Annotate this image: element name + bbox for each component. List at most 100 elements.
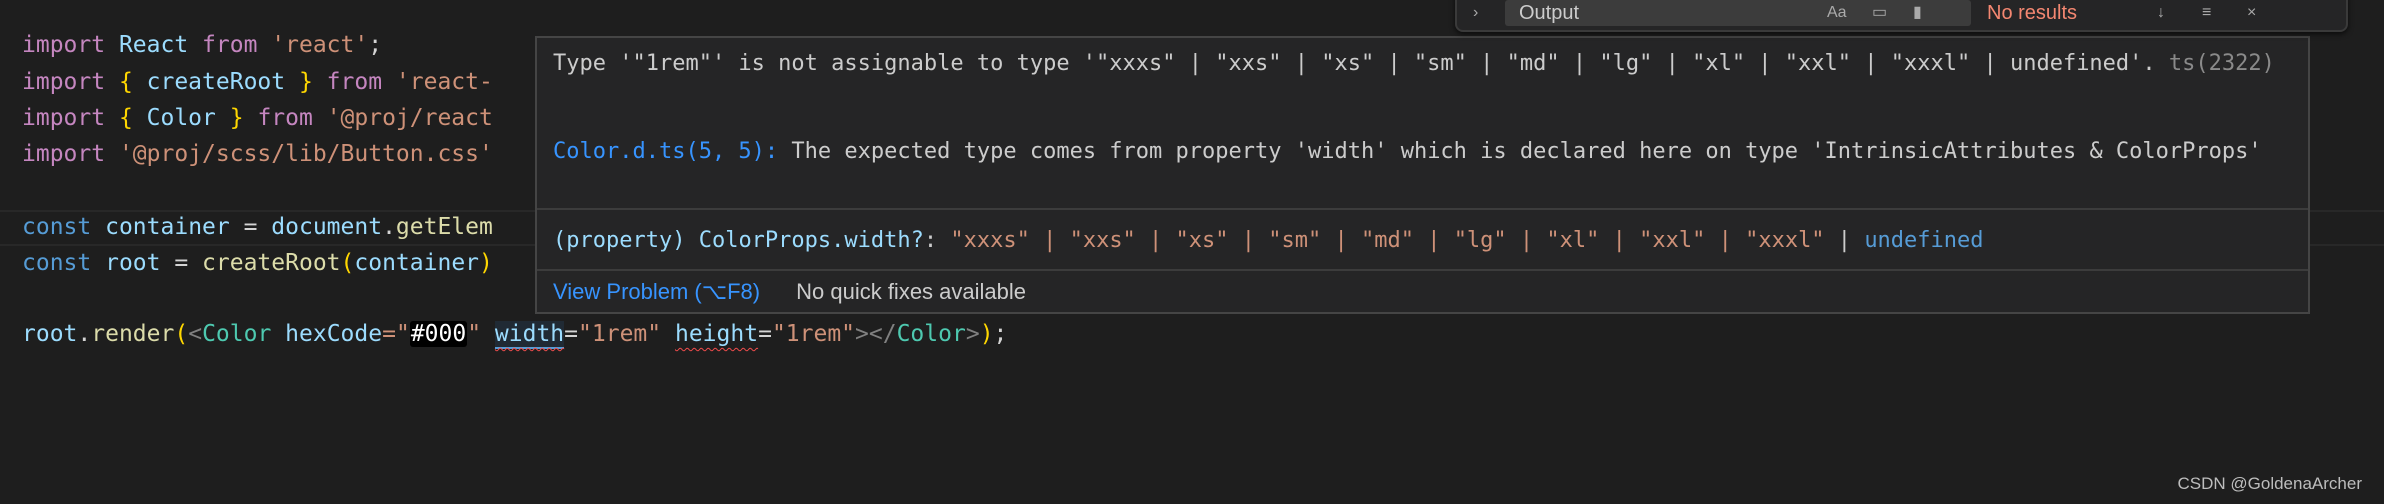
token: from [257,105,313,131]
code-line-7[interactable]: const root = createRoot(container) [22,245,493,281]
token: . [382,214,396,240]
token: container [105,214,230,240]
arrow-down-icon[interactable]: ↓ [2157,2,2165,24]
token: 'react- [395,69,493,95]
token: } [285,69,327,95]
token: '@proj/scss/lib/Button.css' [118,141,493,167]
code-line-2[interactable]: import { createRoot } from 'react- [22,64,493,100]
token: = [758,321,772,347]
token: Color [146,105,216,131]
error-text: Type '"1rem"' is not assignable to type … [553,51,2156,76]
token: import [22,141,106,167]
token: { [105,105,147,131]
status-bar: View Problem (⌥F8) No quick fixes availab… [553,275,2292,308]
token: = [160,250,203,276]
token: createRoot [146,69,286,95]
code-line-1[interactable]: import React from 'react'; [22,27,382,63]
token: ></ [855,321,897,347]
find-status: No results [1987,2,2078,24]
token: const [22,214,92,240]
token: | [1824,228,1865,253]
watermark: CSDN @GoldenaArcher [2177,474,2363,493]
token: "xxxs" | "xxs" | "xs" | "sm" | "md" | "l… [950,228,1825,253]
token: " [467,321,482,347]
token: ; [993,321,1008,347]
token: ColorProps.width? [698,228,924,253]
hover-tooltip: Type '"1rem"' is not assignable to type … [535,36,2310,314]
divider [537,269,2308,271]
token: hexCode [285,321,383,347]
token: from [326,69,383,95]
token: ; [368,32,383,58]
find-widget: › Output Aa ▭ ▮ No results ↓ ≡ × [1455,0,2348,32]
error-code: ts(2322) [2168,51,2275,76]
token: root [22,321,78,347]
whole-word-icon[interactable]: ▭ [1872,2,1887,24]
token: "1rem" [771,321,856,347]
token: '@proj/react [326,105,493,131]
token: > [965,321,980,347]
token: Color [202,321,272,347]
token: from [202,32,258,58]
token: "1rem" [578,321,662,347]
color-decorator: #000 [409,321,468,347]
token: = [229,214,272,240]
width-attr-error[interactable]: width [494,321,565,349]
token: render [91,321,175,347]
find-input[interactable]: Output [1505,0,1971,26]
token: root [105,250,161,276]
token: getElem [395,214,493,240]
no-quick-fixes: No quick fixes available [796,279,1027,304]
token: ) [479,250,493,276]
chevron-right-icon[interactable]: › [1473,2,1478,24]
token: . [77,321,92,347]
token: import [22,32,106,58]
signature: (property) ColorProps.width?: "xxxs" | "… [553,224,2292,257]
close-icon[interactable]: × [2247,2,2256,24]
token: document [271,214,383,240]
token: import [22,105,106,131]
view-problem-link[interactable]: View Problem (⌥F8) [553,279,760,304]
code-line-4[interactable]: import '@proj/scss/lib/Button.css' [22,136,493,172]
related-message: The expected type comes from property 'w… [791,139,2262,164]
token: 'react' [271,32,369,58]
code-line-3[interactable]: import { Color } from '@proj/react [22,100,493,136]
related-location-link[interactable]: Color.d.ts(5, 5): [553,139,778,164]
match-case-icon[interactable]: Aa [1827,2,1847,24]
token: : [923,228,951,253]
code-line-6[interactable]: const container = document.getElem [22,209,493,245]
regex-icon[interactable]: ▮ [1913,2,1922,24]
token: undefined [1864,228,1984,253]
divider [537,208,2308,210]
find-input-value: Output [1519,2,1580,24]
token: { [105,69,147,95]
token: = [564,321,579,347]
token: React [105,32,203,58]
related-info: Color.d.ts(5, 5): The expected type come… [553,135,2292,168]
token: Color [896,321,966,347]
token: createRoot [202,250,341,276]
token: const [22,250,92,276]
error-message: Type '"1rem"' is not assignable to type … [553,47,2292,80]
token: ( [340,250,355,276]
token: ( [174,321,189,347]
token: } [215,105,258,131]
code-line-9[interactable]: root.render(<Color hexCode="#000" width=… [22,316,1007,352]
token: (property) [553,228,699,253]
height-attr-error[interactable]: height [675,321,758,347]
token: < [188,321,203,347]
selection-icon[interactable]: ≡ [2202,2,2211,24]
token: container [354,250,480,276]
token: import [22,69,106,95]
token: ) [979,321,994,347]
token: =" [382,321,410,347]
